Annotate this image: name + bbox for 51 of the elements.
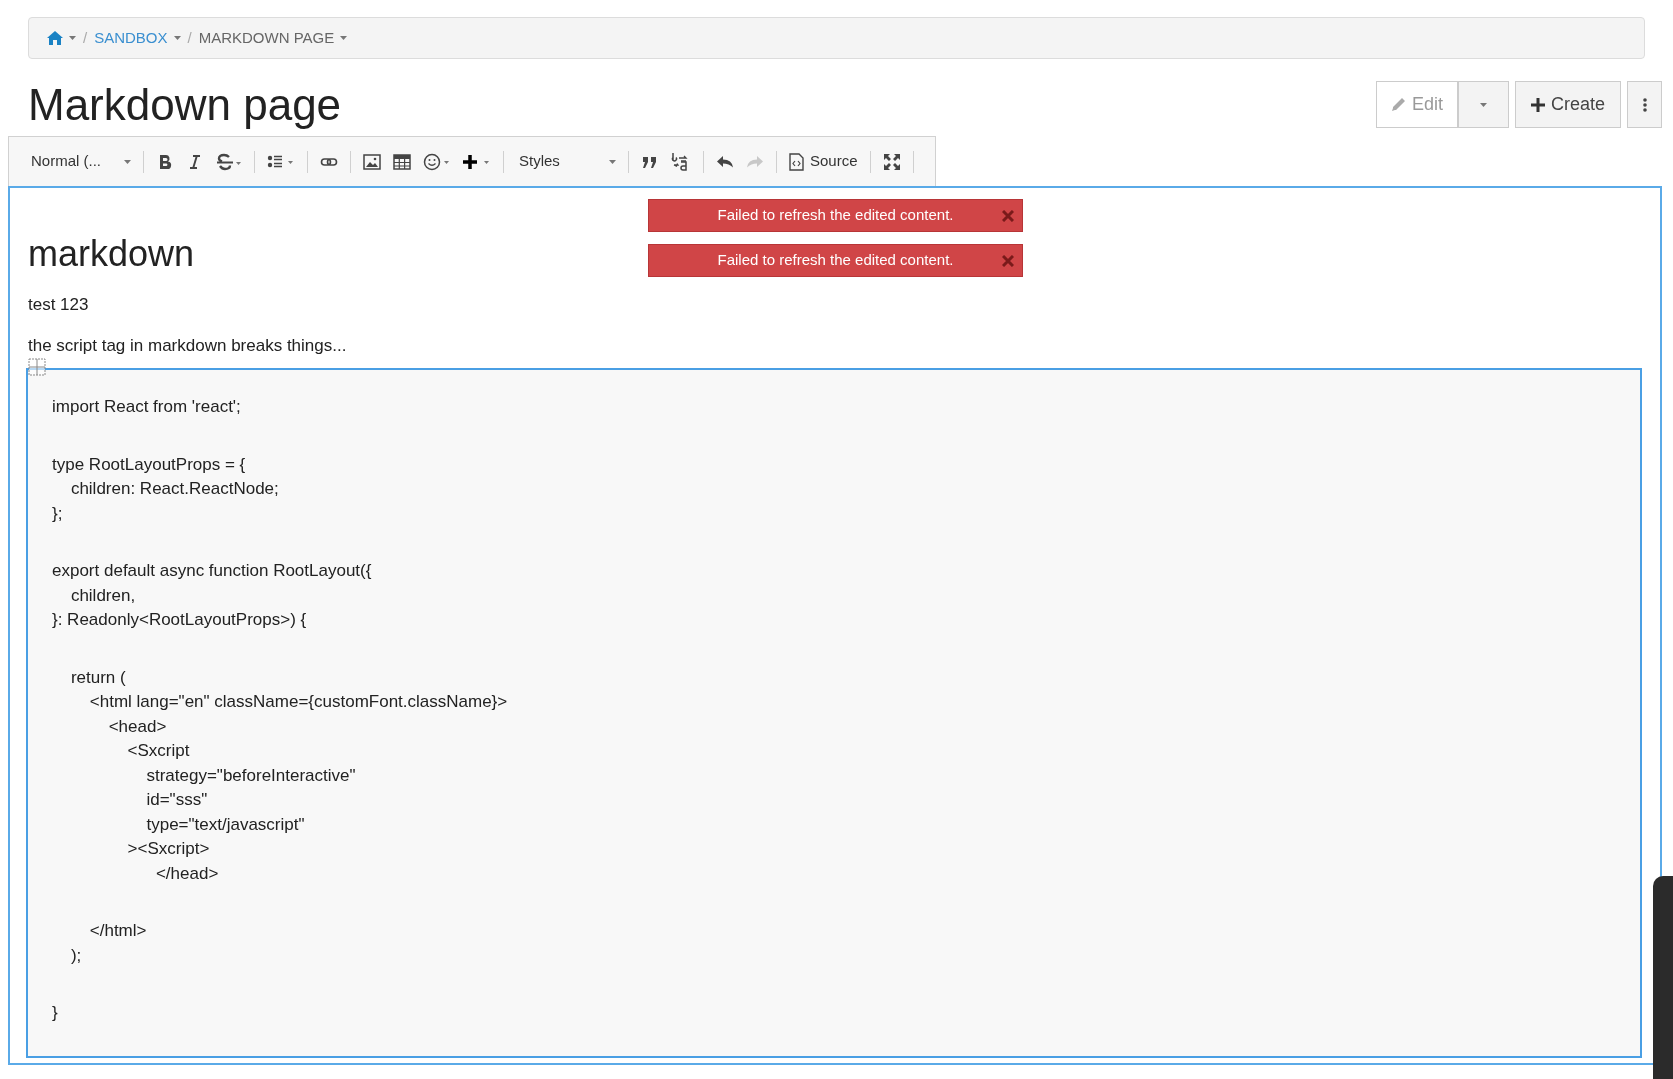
caret-icon [609, 159, 616, 164]
pencil-icon [1390, 97, 1406, 112]
caret-icon [173, 36, 181, 40]
format-dropdown[interactable]: Normal (... [31, 150, 131, 173]
more-options-button[interactable] [1627, 81, 1662, 128]
create-button[interactable]: Create [1514, 81, 1621, 128]
code-line: } [52, 1002, 58, 1024]
breadcrumb-separator: / [187, 27, 192, 48]
table-handle-icon[interactable] [28, 358, 46, 376]
image-icon[interactable] [363, 152, 381, 171]
caret-icon [69, 36, 76, 40]
caret-icon [1479, 102, 1487, 107]
breadcrumb-separator: / [83, 27, 88, 48]
caret-icon [124, 159, 131, 164]
page-title: Markdown page [28, 82, 342, 127]
content-paragraph: test 123 [28, 294, 89, 316]
table-icon[interactable] [393, 152, 411, 171]
content-paragraph: the script tag in markdown breaks things... [28, 334, 347, 357]
plus-icon[interactable] [463, 152, 491, 171]
home-icon[interactable] [47, 31, 63, 45]
breadcrumb-link[interactable]: MARKDOWN PAGE [198, 26, 335, 50]
code-line: children: React.ReactNode; [69, 478, 279, 500]
code-line: }; [52, 502, 63, 525]
fullscreen-icon[interactable] [882, 152, 901, 171]
plus-icon [1530, 97, 1545, 112]
code-line: children, [69, 584, 136, 607]
smiley-icon[interactable] [423, 152, 451, 171]
code-line: import React from 'react'; [52, 396, 241, 418]
code-line: }: Readonly<RootLayoutProps>) { [52, 609, 307, 631]
code-line: strategy="beforeInteractive" [145, 764, 356, 787]
strikethrough-icon[interactable] [216, 152, 242, 171]
alert-message: Failed to refresh the edited content. [717, 250, 954, 271]
content-heading: markdown [28, 236, 195, 272]
alert-message: Failed to refresh the edited content. [717, 205, 954, 226]
caret-icon [340, 36, 348, 40]
code-line: export default async function RootLayout({ [52, 560, 372, 582]
code-line: id="sss" [145, 789, 208, 811]
code-line: return ( [69, 666, 126, 689]
code-line: <html lang="en" className={customFont.className}> [88, 691, 508, 713]
code-line: <Sxcript [126, 740, 190, 762]
code-line: </head> [154, 862, 219, 885]
styles-dropdown[interactable]: Styles [516, 150, 616, 173]
code-line: type RootLayoutProps = { [52, 453, 246, 476]
code-line: ><Sxcript> [126, 838, 210, 860]
more-icon [1642, 97, 1647, 112]
source-button[interactable]: Source [789, 150, 858, 173]
document-icon [789, 152, 804, 171]
code-line: <head> [107, 715, 167, 738]
code-line: ); [69, 944, 82, 967]
code-line: </html> [88, 920, 147, 942]
code-line: type="text/javascript" [145, 813, 305, 836]
